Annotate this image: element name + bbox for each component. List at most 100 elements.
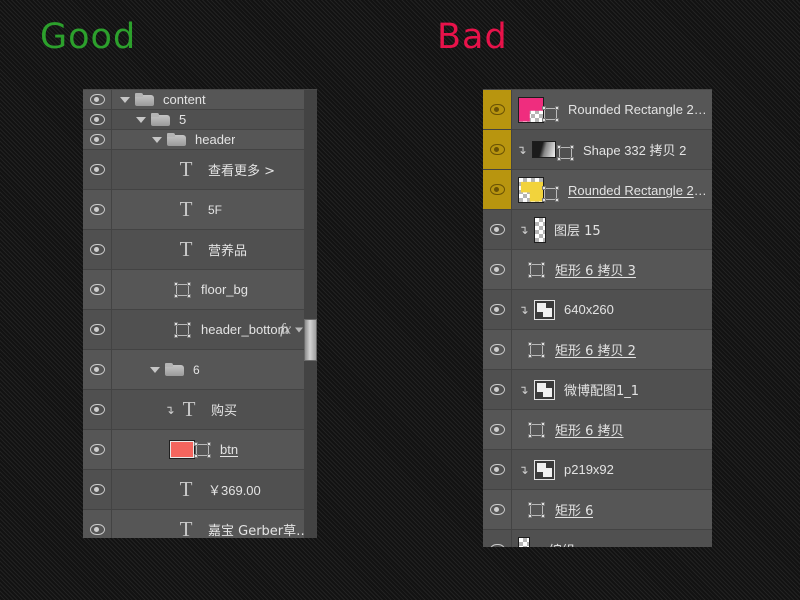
layer-row-body[interactable]: 6 <box>112 350 317 389</box>
table-row[interactable]: ↴ 640x260 <box>483 290 712 330</box>
layer-effects-badge[interactable]: fx <box>280 321 291 338</box>
layer-row-body[interactable]: Rounded Rectangle 23 cop... <box>512 90 712 129</box>
layer-visibility-toggle[interactable] <box>83 470 112 509</box>
table-row[interactable]: header <box>83 130 317 150</box>
clipping-mask-icon: ↴ <box>518 222 529 237</box>
layer-row-body[interactable]: 5 <box>112 110 317 129</box>
layer-row-body[interactable]: ↴ T 购买 <box>112 390 317 429</box>
eye-icon <box>89 324 105 335</box>
layer-name: 5F <box>208 202 223 217</box>
layer-visibility-toggle[interactable] <box>483 330 512 369</box>
layer-row-body[interactable]: T 嘉宝 Gerber草莓 ... <box>112 510 317 539</box>
page-title-bad: Bad <box>437 17 508 57</box>
table-row[interactable]: ↴ p219x92 <box>483 450 712 490</box>
layer-visibility-toggle[interactable] <box>483 370 512 409</box>
shape-thumbnail <box>532 139 574 161</box>
layer-visibility-toggle[interactable] <box>483 410 512 449</box>
smart-object-icon <box>534 379 555 400</box>
layer-row-body[interactable]: 矩形 6 拷贝 2 <box>512 330 712 369</box>
layer-visibility-toggle[interactable] <box>83 110 112 129</box>
layer-row-body[interactable]: ↴ 640x260 <box>512 290 712 329</box>
layer-visibility-toggle[interactable] <box>483 210 512 249</box>
table-row[interactable]: 矩形 6 拷贝 <box>483 410 712 450</box>
layer-visibility-toggle[interactable] <box>483 90 512 129</box>
layer-thumbnail <box>518 176 544 203</box>
layer-visibility-toggle[interactable] <box>83 350 112 389</box>
layer-visibility-toggle[interactable] <box>83 310 112 349</box>
layer-row-body[interactable]: 矩形 6 拷贝 3 <box>512 250 712 289</box>
layer-row-body[interactable]: header <box>112 130 317 149</box>
layer-row-body[interactable]: floor_bg <box>112 270 317 309</box>
table-row[interactable]: floor_bg <box>83 270 317 310</box>
layer-visibility-toggle[interactable] <box>483 530 512 547</box>
layer-row-body[interactable]: ↴ p219x92 <box>512 450 712 489</box>
layer-visibility-toggle[interactable] <box>83 390 112 429</box>
table-row[interactable]: Rounded Rectangle 23 拷 ... <box>483 170 712 210</box>
eye-icon <box>89 204 105 215</box>
table-row[interactable]: <编组> <box>483 530 712 547</box>
table-row[interactable]: ↴ T 购买 <box>83 390 317 430</box>
table-row[interactable]: Rounded Rectangle 23 cop... <box>483 90 712 130</box>
table-row[interactable]: ↴ 图层 15 <box>483 210 712 250</box>
layer-visibility-toggle[interactable] <box>83 230 112 269</box>
layers-panel-good[interactable]: content 5 header T 查看更多 > T 5F T 营养品 flo… <box>83 89 317 538</box>
layer-visibility-toggle[interactable] <box>483 290 512 329</box>
layer-row-body[interactable]: content <box>112 90 317 109</box>
layer-row-body[interactable]: ↴ 图层 15 <box>512 210 712 249</box>
chevron-down-icon[interactable] <box>136 116 146 123</box>
layer-visibility-toggle[interactable] <box>83 150 112 189</box>
table-row[interactable]: 5 <box>83 110 317 130</box>
layer-visibility-toggle[interactable] <box>483 130 512 169</box>
layer-name: Shape 332 拷贝 2 <box>583 143 687 158</box>
table-row[interactable]: 6 <box>83 350 317 390</box>
table-row[interactable]: btn <box>83 430 317 470</box>
layer-row-body[interactable]: T 营养品 <box>112 230 317 269</box>
table-row[interactable]: ↴ Shape 332 拷贝 2 <box>483 130 712 170</box>
eye-icon <box>489 544 505 547</box>
layer-visibility-toggle[interactable] <box>483 170 512 209</box>
table-row[interactable]: T 5F <box>83 190 317 230</box>
layer-row-body[interactable]: T 查看更多 > <box>112 150 317 189</box>
layer-row-body[interactable]: ↴ Shape 332 拷贝 2 <box>512 130 712 169</box>
layer-visibility-toggle[interactable] <box>83 430 112 469</box>
layer-row-body[interactable]: btn <box>112 430 317 469</box>
table-row[interactable]: 矩形 6 <box>483 490 712 530</box>
layer-visibility-toggle[interactable] <box>83 190 112 229</box>
layer-row-body[interactable]: ↴ 微博配图1_1 <box>512 370 712 409</box>
chevron-down-icon[interactable] <box>120 96 130 103</box>
layer-row-body[interactable]: Rounded Rectangle 23 拷 ... <box>512 170 712 209</box>
panel-scrollbar-track[interactable] <box>304 90 317 538</box>
eye-icon <box>489 504 505 515</box>
eye-icon <box>489 464 505 475</box>
chevron-down-icon[interactable] <box>152 136 162 143</box>
chevron-down-icon[interactable] <box>150 366 160 373</box>
table-row[interactable]: ↴ 微博配图1_1 <box>483 370 712 410</box>
folder-icon <box>165 363 184 376</box>
layer-row-body[interactable]: T ￥369.00 <box>112 470 317 509</box>
layer-visibility-toggle[interactable] <box>483 450 512 489</box>
table-row[interactable]: T ￥369.00 <box>83 470 317 510</box>
layer-visibility-toggle[interactable] <box>83 270 112 309</box>
eye-icon <box>489 344 505 355</box>
layer-visibility-toggle[interactable] <box>83 510 112 538</box>
layer-visibility-toggle[interactable] <box>83 130 112 149</box>
layer-row-body[interactable]: T 5F <box>112 190 317 229</box>
layer-visibility-toggle[interactable] <box>83 90 112 109</box>
table-row[interactable]: T 嘉宝 Gerber草莓 ... <box>83 510 317 538</box>
chevron-down-icon[interactable] <box>295 327 303 332</box>
layers-panel-bad[interactable]: Rounded Rectangle 23 cop... ↴ Shape 332 … <box>483 89 712 547</box>
layer-row-body[interactable]: 矩形 6 拷贝 <box>512 410 712 449</box>
eye-icon <box>89 164 105 175</box>
table-row[interactable]: 矩形 6 拷贝 2 <box>483 330 712 370</box>
table-row[interactable]: 矩形 6 拷贝 3 <box>483 250 712 290</box>
table-row[interactable]: content <box>83 90 317 110</box>
table-row[interactable]: T 查看更多 > <box>83 150 317 190</box>
layer-visibility-toggle[interactable] <box>483 490 512 529</box>
layer-row-body[interactable]: 矩形 6 <box>512 490 712 529</box>
layer-visibility-toggle[interactable] <box>483 250 512 289</box>
table-row[interactable]: header_bottom fx <box>83 310 317 350</box>
table-row[interactable]: T 营养品 <box>83 230 317 270</box>
layer-row-body[interactable]: <编组> <box>512 530 712 547</box>
panel-scrollbar-thumb[interactable] <box>304 319 317 361</box>
text-layer-icon: T <box>179 237 193 261</box>
